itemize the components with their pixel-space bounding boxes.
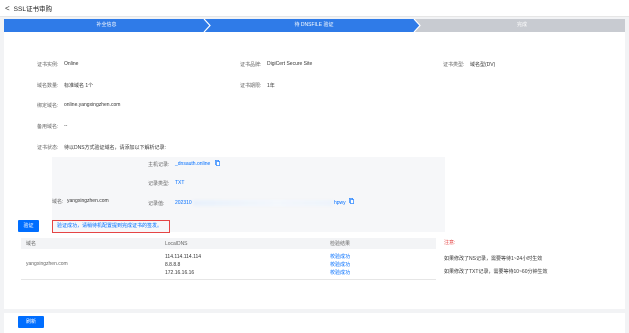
step-2-label: 待 DNSFILE 验证 <box>294 22 334 28</box>
record-type-label: 记录类型: <box>148 181 170 187</box>
cert-brand-label: 证书品牌: <box>240 62 262 68</box>
column-header-result: 检验结果 <box>325 238 436 249</box>
notes-line-txt: 如果修改了TXT记录，需要等待10~60分钟生效 <box>444 269 548 275</box>
notes-title: 注意: <box>444 240 456 246</box>
record-value-label: 记录值: <box>148 201 165 207</box>
notes-line-ns: 如果修改了NS记录，需要等待1~24小时生效 <box>444 256 543 262</box>
verify-result-message: 验证成功，请稍待机配置提到完成证书的签发。 <box>52 220 170 233</box>
cert-brand-value: DigiCert Secure Site <box>267 61 313 67</box>
page-title: SSL证书审购 <box>13 6 52 13</box>
dns-server: 114.114.114.114 <box>165 254 202 260</box>
cert-status-value: 待以DNS方式验证域名，请添加以下解析记录: <box>64 145 166 151</box>
copy-icon[interactable] <box>349 198 354 204</box>
copy-icon[interactable] <box>215 160 220 166</box>
footer-bar: 刷新 <box>4 313 625 333</box>
column-header-localdns: LocalDNS <box>160 238 325 249</box>
progress-steps: 补全信息 待 DNSFILE 验证 完成 <box>4 19 625 32</box>
backup-domain-label: 备用域名: <box>37 124 59 130</box>
dns-domain-label: 域名: <box>52 199 64 205</box>
bind-domain-label: 绑定域名: <box>37 103 59 109</box>
verify-results-table: 域名 LocalDNS 检验结果 yangxingzhen.com 114.11… <box>21 238 436 280</box>
table-row: yangxingzhen.com 114.114.114.114 8.8.8.8… <box>21 249 436 280</box>
column-header-domain: 域名 <box>21 238 160 249</box>
check-status: 校验成功 <box>330 254 351 260</box>
cert-status-label: 证书状态: <box>37 145 59 151</box>
table-header-row: 域名 LocalDNS 检验结果 <box>21 238 436 249</box>
host-record-label: 主机记录: <box>148 162 170 168</box>
backup-domain-value: -- <box>64 123 68 129</box>
bind-domain-value: online.yangxingzhen.com <box>64 102 121 108</box>
step-3-label: 完成 <box>516 22 527 28</box>
cert-id-label: 证书实例: <box>37 62 59 68</box>
host-record-value: _dnsauth.online <box>175 161 211 167</box>
cert-id-value: Online <box>64 61 79 67</box>
back-arrow-icon[interactable]: < <box>5 4 10 13</box>
check-status: 校验成功 <box>330 270 351 276</box>
result-domain: yangxingzhen.com <box>21 249 160 280</box>
dns-domain-value: yangxingzhen.com <box>67 198 109 204</box>
result-dns-cell: 114.114.114.114 8.8.8.8 172.16.16.16 <box>160 249 325 280</box>
dns-server: 8.8.8.8 <box>165 262 181 268</box>
cert-period-value: 1年 <box>267 83 275 89</box>
domain-count-label: 域名数量: <box>37 83 59 89</box>
record-value-suffix: hpwy <box>334 200 346 206</box>
domain-count-value: 标准域名 1个 <box>64 83 94 89</box>
record-value-prefix: 202310 <box>175 200 192 206</box>
step-1-label: 补全信息 <box>96 22 117 28</box>
refresh-button[interactable]: 刷新 <box>18 316 44 328</box>
record-value-redacted <box>193 200 333 206</box>
result-status-cell: 校验成功 校验成功 校验成功 <box>325 249 436 280</box>
cert-period-label: 证书期限: <box>240 83 262 89</box>
top-bar: < SSL证书审购 <box>0 0 629 17</box>
check-status: 校验成功 <box>330 262 351 268</box>
dns-server: 172.16.16.16 <box>165 270 195 276</box>
cert-type-value: 域名型(DV) <box>470 62 496 68</box>
cert-type-label: 证书类型: <box>443 62 465 68</box>
verify-button[interactable]: 验证 <box>18 220 39 232</box>
record-type-value: TXT <box>175 180 185 186</box>
main-card: 补全信息 待 DNSFILE 验证 完成 证书实例: Online 证书品牌: … <box>4 19 625 309</box>
